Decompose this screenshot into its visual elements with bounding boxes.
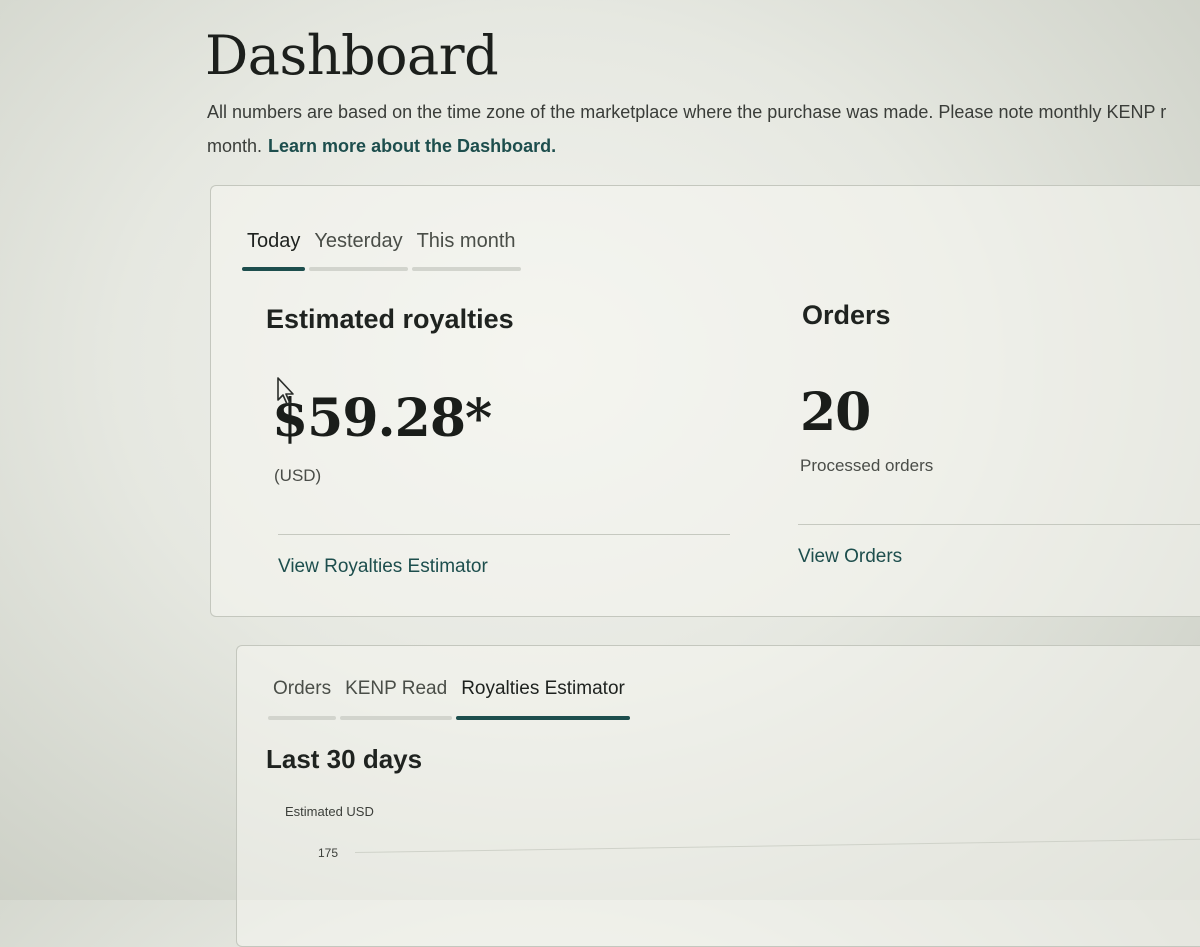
detail-tabs: Orders KENP Read Royalties Estimator [266, 678, 632, 720]
page-title: Dashboard [205, 24, 499, 87]
notice-text-line2: month. [207, 136, 263, 156]
tab-today[interactable]: Today [240, 230, 307, 271]
time-zone-notice: All numbers are based on the time zone o… [207, 95, 1200, 163]
notice-text-line1: All numbers are based on the time zone o… [207, 102, 1167, 122]
royalties-currency: (USD) [274, 466, 322, 485]
y-tick-label: 175 [318, 846, 339, 860]
view-royalties-estimator-link[interactable]: View Royalties Estimator [278, 556, 488, 578]
tab-orders[interactable]: Orders [266, 678, 338, 720]
royalties-divider [278, 534, 730, 535]
orders-divider [798, 524, 1200, 525]
tab-yesterday[interactable]: Yesterday [307, 230, 409, 271]
summary-tabs: Today Yesterday This month [240, 230, 523, 271]
view-orders-link[interactable]: View Orders [798, 546, 902, 568]
tab-royalties-estimator[interactable]: Royalties Estimator [454, 678, 632, 720]
learn-more-link[interactable]: Learn more about the Dashboard. [268, 136, 556, 156]
mouse-pointer-icon [277, 377, 294, 405]
orders-value: 20 [800, 382, 871, 443]
processed-orders-caption: Processed orders [800, 456, 934, 475]
last-30-days-heading: Last 30 days [266, 744, 423, 774]
tab-this-month[interactable]: This month [410, 230, 523, 271]
y-axis-title: Estimated USD [285, 804, 374, 819]
estimated-royalties-label: Estimated royalties [266, 304, 514, 334]
tab-kenp-read[interactable]: KENP Read [338, 678, 454, 720]
royalties-value: $59.28* [272, 388, 492, 449]
orders-label: Orders [802, 300, 891, 330]
